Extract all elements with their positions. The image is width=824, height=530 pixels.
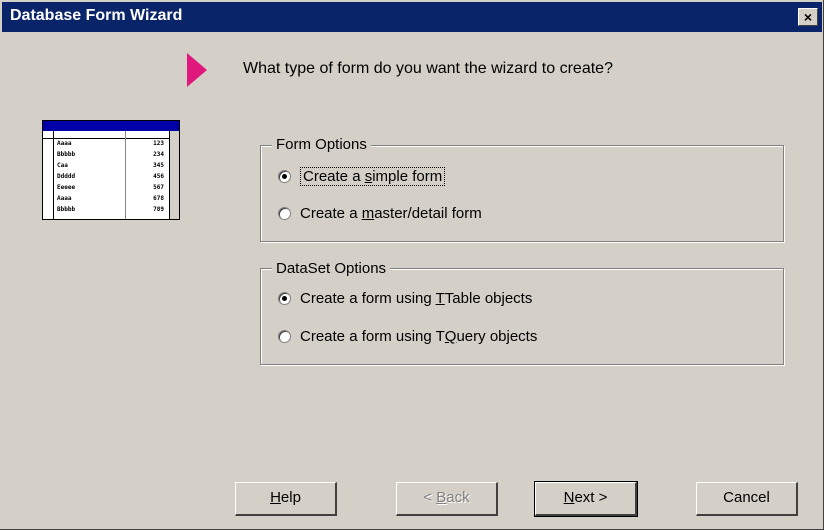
wizard-window: Database Form Wizard × What type of form… — [0, 0, 824, 530]
preview-row-value: 234 — [153, 151, 164, 158]
title-bar: Database Form Wizard × — [2, 2, 822, 32]
pointer-arrow-icon — [187, 53, 207, 87]
preview-row-value: 789 — [153, 206, 164, 213]
next-button[interactable]: Next > — [534, 481, 638, 517]
preview-row-value: 123 — [153, 140, 164, 147]
radio-button[interactable] — [278, 292, 291, 305]
preview-scrollbar — [169, 131, 179, 219]
preview-row: Caa 345 — [55, 161, 167, 171]
wizard-prompt: What type of form do you want the wizard… — [243, 60, 613, 77]
preview-row-value: 345 — [153, 162, 164, 169]
preview-row-value: 456 — [153, 173, 164, 180]
preview-row: Bbbbb 234 — [55, 150, 167, 160]
preview-row: Bbbbb 789 — [55, 205, 167, 215]
radio-button[interactable] — [278, 170, 291, 183]
preview-header-row — [43, 131, 179, 139]
radio-label: Create a master/detail form — [300, 205, 482, 222]
preview-row-name: Aaaa — [57, 195, 72, 202]
preview-row-value: 678 — [153, 195, 164, 202]
preview-row: Ddddd 456 — [55, 172, 167, 182]
preview-row-name: Bbbbb — [57, 151, 76, 158]
dataset-options-legend: DataSet Options — [272, 260, 391, 277]
radio-master-detail-form[interactable]: Create a master/detail form — [278, 205, 482, 222]
radio-button[interactable] — [278, 330, 291, 343]
close-button[interactable]: × — [798, 8, 818, 26]
preview-row: Aaaa 123 — [55, 139, 167, 149]
preview-row-name: Eeeee — [57, 184, 76, 191]
radio-ttable-objects[interactable]: Create a form using TTable objects — [278, 290, 532, 307]
preview-row-value: 567 — [153, 184, 164, 191]
preview-row-name: Ddddd — [57, 173, 76, 180]
preview-row-name: Caa — [57, 162, 68, 169]
preview-row: Eeeee 567 — [55, 183, 167, 193]
radio-label: Create a form using TTable objects — [300, 290, 533, 307]
table-preview-image: Aaaa 123 Bbbbb 234 Caa 345 Ddddd 456 Eeeee 567 Aaa… — [42, 120, 180, 220]
radio-button[interactable] — [278, 207, 291, 220]
preview-title-bar — [43, 121, 179, 131]
radio-tquery-objects[interactable]: Create a form using TQuery objects — [278, 328, 537, 345]
radio-label: Create a form using TQuery objects — [300, 328, 538, 345]
window-title: Database Form Wizard — [10, 7, 183, 24]
form-options-legend: Form Options — [272, 136, 371, 153]
preview-row-name: Bbbbb — [57, 206, 76, 213]
help-button[interactable]: Help — [235, 482, 337, 516]
preview-row: Aaaa 678 — [55, 194, 167, 204]
cancel-button[interactable]: Cancel — [696, 482, 798, 516]
back-button[interactable]: < Back — [396, 482, 498, 516]
radio-simple-form[interactable]: Create a simple form — [278, 167, 446, 186]
dataset-options-group — [260, 268, 784, 365]
form-options-group — [260, 145, 784, 242]
preview-row-name: Aaaa — [57, 140, 72, 147]
radio-label: Create a simple form — [300, 167, 446, 186]
